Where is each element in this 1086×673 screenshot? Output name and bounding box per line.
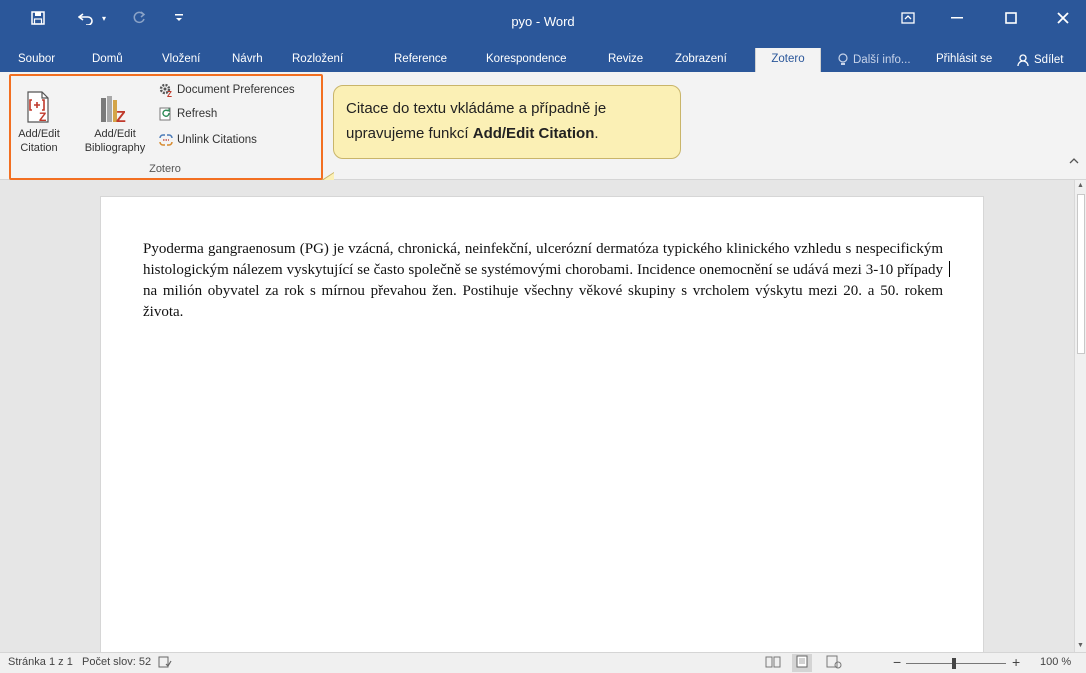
gear-icon: Z <box>157 82 175 98</box>
zoom-slider-track[interactable] <box>906 663 1006 664</box>
add-edit-bibliography-button[interactable]: Z Add/Edit Bibliography <box>77 84 153 155</box>
proofing-icon[interactable] <box>158 655 172 672</box>
tab-vlozeni[interactable]: Vložení <box>162 48 200 72</box>
title-bar: ▾ pyo - Word <box>0 0 1086 48</box>
document-preferences-button[interactable]: Z Document Preferences <box>157 80 295 100</box>
zotero-group-label: Zotero <box>149 163 181 175</box>
document-paragraph: Pyoderma gangraenosum (PG) je vzácná, ch… <box>143 241 943 320</box>
callout-tooltip: Citace do textu vkládáme a případně je u… <box>333 85 681 159</box>
tab-reference[interactable]: Reference <box>394 48 447 72</box>
ribbon: Z Add/Edit Citation Z Add/Edit Bibliogra… <box>0 72 1086 190</box>
scroll-up-icon[interactable]: ▲ <box>1075 181 1086 191</box>
collapse-ribbon-icon[interactable] <box>1069 156 1079 168</box>
unlink-citations-label: Unlink Citations <box>177 134 257 146</box>
add-edit-bibliography-label-1: Add/Edit <box>94 128 136 140</box>
print-layout-icon[interactable] <box>792 654 812 672</box>
tab-navrh[interactable]: Návrh <box>232 48 263 72</box>
callout-text-end: . <box>594 125 599 142</box>
zotero-citation-icon: Z <box>8 84 70 124</box>
zotero-group-highlight: Z Add/Edit Citation Z Add/Edit Bibliogra… <box>9 74 323 180</box>
refresh-label: Refresh <box>177 108 218 120</box>
document-area: Pyoderma gangraenosum (PG) je vzácná, ch… <box>8 180 1074 656</box>
ribbon-tabs: Soubor Domů Vložení Návrh Rozložení Refe… <box>0 48 1086 72</box>
add-edit-citation-button[interactable]: Z Add/Edit Citation <box>8 84 70 155</box>
lightbulb-icon <box>838 53 848 65</box>
status-bar: Stránka 1 z 1 Počet slov: 52 − + 100 % <box>0 652 1086 673</box>
unlink-citations-button[interactable]: Unlink Citations <box>157 130 257 150</box>
text-cursor <box>949 261 950 277</box>
zoom-out-icon[interactable]: − <box>893 654 901 670</box>
refresh-icon <box>157 106 175 122</box>
share-button[interactable]: Sdílet <box>1016 48 1063 72</box>
page-indicator[interactable]: Stránka 1 z 1 <box>8 656 73 668</box>
callout-bold-text: Add/Edit Citation <box>472 125 595 142</box>
web-layout-icon[interactable] <box>826 655 842 672</box>
read-mode-icon[interactable] <box>765 655 781 672</box>
tab-rozlozeni[interactable]: Rozložení <box>292 48 343 72</box>
svg-text:Z: Z <box>116 109 126 124</box>
person-icon <box>1017 54 1029 67</box>
ribbon-display-options-icon[interactable] <box>885 0 931 36</box>
document-text[interactable]: Pyoderma gangraenosum (PG) je vzácná, ch… <box>143 239 943 323</box>
zoom-slider-thumb[interactable] <box>952 658 956 669</box>
tab-soubor[interactable]: Soubor <box>18 48 55 72</box>
add-edit-citation-label-2: Citation <box>20 142 58 154</box>
vertical-scrollbar[interactable]: ▲ ▼ <box>1074 180 1086 652</box>
svg-text:Z: Z <box>167 90 172 98</box>
sign-in-link[interactable]: Přihlásit se <box>936 48 992 72</box>
svg-text:Z: Z <box>39 110 46 124</box>
zoom-in-icon[interactable]: + <box>1012 654 1020 670</box>
share-label: Sdílet <box>1034 54 1064 66</box>
document-preferences-label: Document Preferences <box>177 84 295 96</box>
add-edit-citation-label-1: Add/Edit <box>18 128 60 140</box>
tab-revize[interactable]: Revize <box>608 48 643 72</box>
scroll-thumb[interactable] <box>1077 194 1085 354</box>
tab-zobrazeni[interactable]: Zobrazení <box>675 48 727 72</box>
add-edit-bibliography-label-2: Bibliography <box>84 142 146 154</box>
tab-zotero[interactable]: Zotero <box>755 48 821 72</box>
scroll-down-icon[interactable]: ▼ <box>1075 641 1086 651</box>
close-button[interactable] <box>1040 0 1086 36</box>
zotero-bibliography-icon: Z <box>77 84 153 124</box>
tell-me-label: Další info... <box>853 54 911 66</box>
word-count[interactable]: Počet slov: 52 <box>82 656 151 668</box>
tab-korespondence[interactable]: Korespondence <box>486 48 567 72</box>
tab-domu[interactable]: Domů <box>92 48 123 72</box>
minimize-button[interactable] <box>934 0 980 36</box>
refresh-button[interactable]: Refresh <box>157 104 217 124</box>
maximize-button[interactable] <box>988 0 1034 36</box>
document-page[interactable]: Pyoderma gangraenosum (PG) je vzácná, ch… <box>100 196 984 656</box>
tell-me-box[interactable]: Další info... <box>837 48 911 72</box>
unlink-icon <box>157 132 175 148</box>
zoom-level[interactable]: 100 % <box>1040 656 1071 668</box>
